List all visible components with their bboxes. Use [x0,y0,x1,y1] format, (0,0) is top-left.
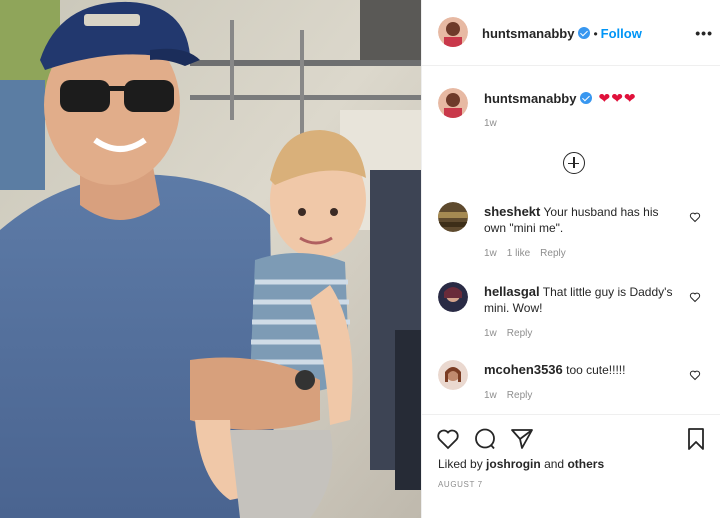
bookmark-icon[interactable] [684,427,708,451]
commenter-username[interactable]: mcohen3536 [484,362,563,377]
commenter-username[interactable]: hellasgal [484,284,540,299]
post-side-panel: huntsmanabby • Follow ••• huntsmanabby ❤❤❤ … [421,0,720,518]
comment-timestamp[interactable]: 1w [484,248,497,259]
reply-button[interactable]: Reply [540,248,566,259]
comment-icon[interactable] [473,427,497,451]
heart-outline-icon[interactable] [689,211,701,223]
comment-body: mcohen3536 too cute!!!!! [484,362,680,378]
follow-button[interactable]: Follow [601,26,642,41]
post-date[interactable]: AUGUST 7 [438,480,483,489]
comment-body: sheshekt Your husband has his own "mini … [484,204,680,236]
commenter-avatar[interactable] [438,202,468,232]
comment-timestamp[interactable]: 1w [484,390,497,401]
reply-button[interactable]: Reply [507,328,533,339]
separator-dot: • [593,27,598,41]
likes-others-link[interactable]: others [567,457,604,471]
heart-outline-icon[interactable] [689,369,701,381]
heart-outline-icon[interactable] [436,427,460,451]
comment-meta: 1w Reply [484,328,542,339]
verified-badge-icon [578,27,591,39]
commenter-username[interactable]: sheshekt [484,204,540,219]
heart-outline-icon[interactable] [689,291,701,303]
verified-badge-icon [580,92,593,104]
comment-meta: 1w Reply [484,390,542,401]
likes-prefix: Liked by [438,457,483,471]
commenter-avatar[interactable] [438,360,468,390]
instagram-post: huntsmanabby • Follow ••• huntsmanabby ❤❤❤ … [0,0,720,518]
post-photo[interactable] [0,0,421,518]
paper-plane-icon[interactable] [510,427,534,451]
author-avatar[interactable] [438,17,468,47]
likes-summary: Liked by joshrogin and others [438,457,604,471]
reply-button[interactable]: Reply [507,390,533,401]
likes-and: and [544,457,565,471]
comment-timestamp[interactable]: 1w [484,328,497,339]
plus-circle-icon[interactable] [563,152,585,174]
commenter-avatar[interactable] [438,282,468,312]
post-actions: Liked by joshrogin and others AUGUST 7 [422,414,720,518]
comment-like-count[interactable]: 1 like [507,248,530,259]
author-username[interactable]: huntsmanabby [482,26,574,41]
comment-text: too cute!!!!! [566,363,626,377]
caption-text: ❤❤❤ [598,90,637,106]
caption-author-username[interactable]: huntsmanabby [484,91,576,106]
post-header: huntsmanabby • Follow ••• [422,0,720,66]
caption-timestamp[interactable]: 1w [484,118,497,129]
comment-body: hellasgal That little guy is Daddy's min… [484,284,680,316]
more-options-icon[interactable]: ••• [695,25,713,41]
comment-meta: 1w 1 like Reply [484,248,576,259]
liked-by-user[interactable]: joshrogin [486,457,541,471]
caption-author-avatar[interactable] [438,88,468,118]
